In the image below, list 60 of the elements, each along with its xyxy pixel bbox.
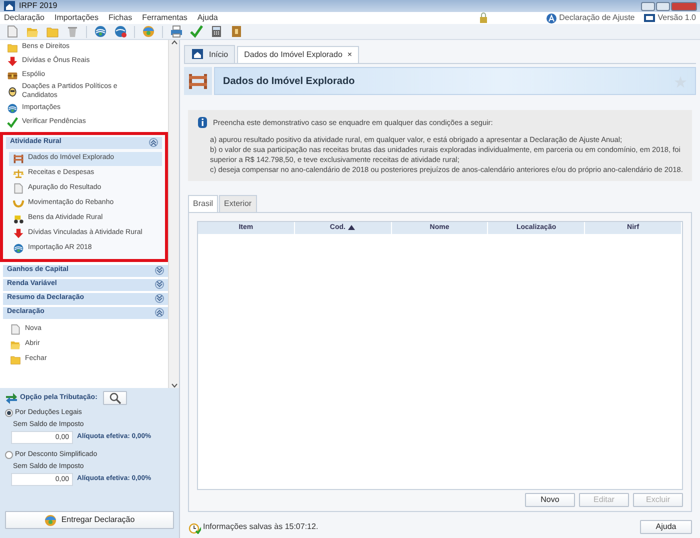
book-icon[interactable] (230, 25, 243, 38)
collapse-icon (149, 138, 158, 147)
fence-icon (188, 73, 208, 89)
globe-icon[interactable] (94, 25, 107, 38)
tractor-icon (13, 213, 24, 224)
menu-item[interactable]: Ferramentas (142, 12, 188, 24)
open-folder-icon[interactable] (26, 25, 39, 38)
collapse-icon (155, 308, 164, 317)
down-arrow-icon (7, 56, 18, 66)
close-button[interactable] (671, 2, 697, 10)
action-button[interactable]: Novo (525, 493, 575, 507)
printer-icon[interactable] (170, 25, 183, 38)
tab-close-button[interactable]: × (347, 49, 352, 61)
sort-arrow-icon (348, 224, 356, 230)
scale-icon (13, 168, 24, 179)
expand-icon (155, 294, 164, 303)
document-icon (13, 183, 24, 194)
search-icon (108, 392, 122, 404)
tab[interactable]: Exterior (219, 194, 257, 212)
check-icon (7, 117, 18, 128)
radio-button[interactable] (5, 451, 13, 460)
menu-item[interactable]: Declaração (4, 12, 44, 24)
check-icon[interactable] (190, 25, 203, 38)
expand-icon (155, 266, 164, 275)
menu-item[interactable]: Ajuda (197, 12, 218, 24)
expand-icon (155, 280, 164, 289)
fence-icon (13, 153, 24, 164)
globe-icon (13, 243, 24, 254)
swap-arrows-icon (5, 392, 18, 404)
document-icon (10, 324, 21, 335)
globe-icon (7, 103, 18, 114)
home-screen-icon (191, 48, 204, 61)
help-button[interactable]: Ajuda (640, 520, 692, 534)
status-text: Informações salvas às 15:07:12. (203, 521, 318, 533)
search-button[interactable] (103, 391, 128, 405)
menu-item[interactable]: Importações (54, 12, 98, 24)
declaration-type-label: Declaração de Ajuste (559, 12, 635, 24)
stopwatch-icon (188, 520, 201, 534)
folder-icon (10, 354, 21, 365)
globe-icon (44, 514, 58, 526)
maximize-button[interactable] (656, 2, 670, 10)
tab[interactable]: Brasil (188, 194, 218, 212)
menu-item[interactable]: Fichas (108, 12, 132, 24)
globe-icon[interactable] (142, 25, 155, 38)
minimize-button[interactable] (641, 2, 655, 10)
window-title: IRPF 2019 (19, 0, 58, 12)
version-label: Versão 1.0 (658, 12, 696, 24)
info-icon (196, 116, 209, 129)
trash-icon[interactable] (66, 25, 79, 38)
down-arrow-icon (13, 228, 24, 239)
chest-icon (7, 70, 18, 80)
radio-button[interactable] (5, 409, 13, 418)
page-title: Dados do Imóvel Explorado (223, 74, 355, 88)
submit-button[interactable]: Entregar Declaração (5, 511, 174, 529)
globe-icon[interactable] (114, 25, 127, 38)
scrollbar[interactable] (168, 40, 179, 388)
calculator-icon[interactable] (210, 25, 223, 38)
tab[interactable]: Dados do Imóvel Explorado × (237, 46, 360, 63)
open-folder-icon (10, 339, 21, 350)
tab[interactable]: Início (184, 45, 236, 63)
